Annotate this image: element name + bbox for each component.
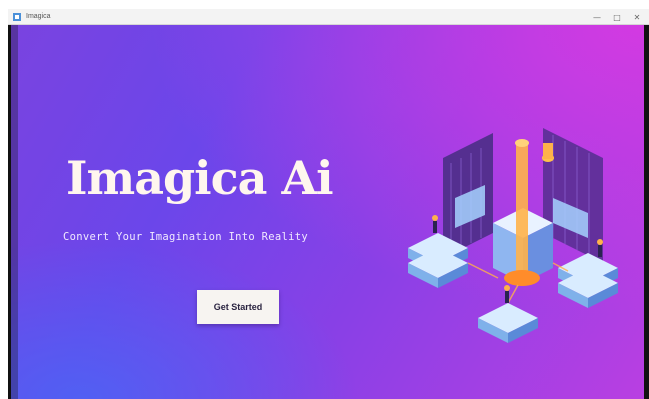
window-title: Imagica [26,13,51,20]
title-bar: Imagica — □ ✕ [8,9,649,25]
isometric-data-center-illustration [408,128,618,343]
app-icon [13,13,21,21]
hero-title: Imagica Ai [66,151,334,205]
maximize-button[interactable]: □ [607,9,627,25]
hero-subtitle: Convert Your Imagination Into Reality [63,231,308,243]
minimize-button[interactable]: — [587,9,607,25]
background-glow [11,239,361,399]
app-window: Imagica — □ ✕ Imagica Ai Convert Your Im… [8,9,649,399]
close-button[interactable]: ✕ [627,9,647,25]
get-started-button[interactable]: Get Started [197,290,279,324]
window-controls: — □ ✕ [587,9,647,25]
landing-screen: Imagica Ai Convert Your Imagination Into… [11,25,644,399]
left-edge-shadow [11,25,18,399]
